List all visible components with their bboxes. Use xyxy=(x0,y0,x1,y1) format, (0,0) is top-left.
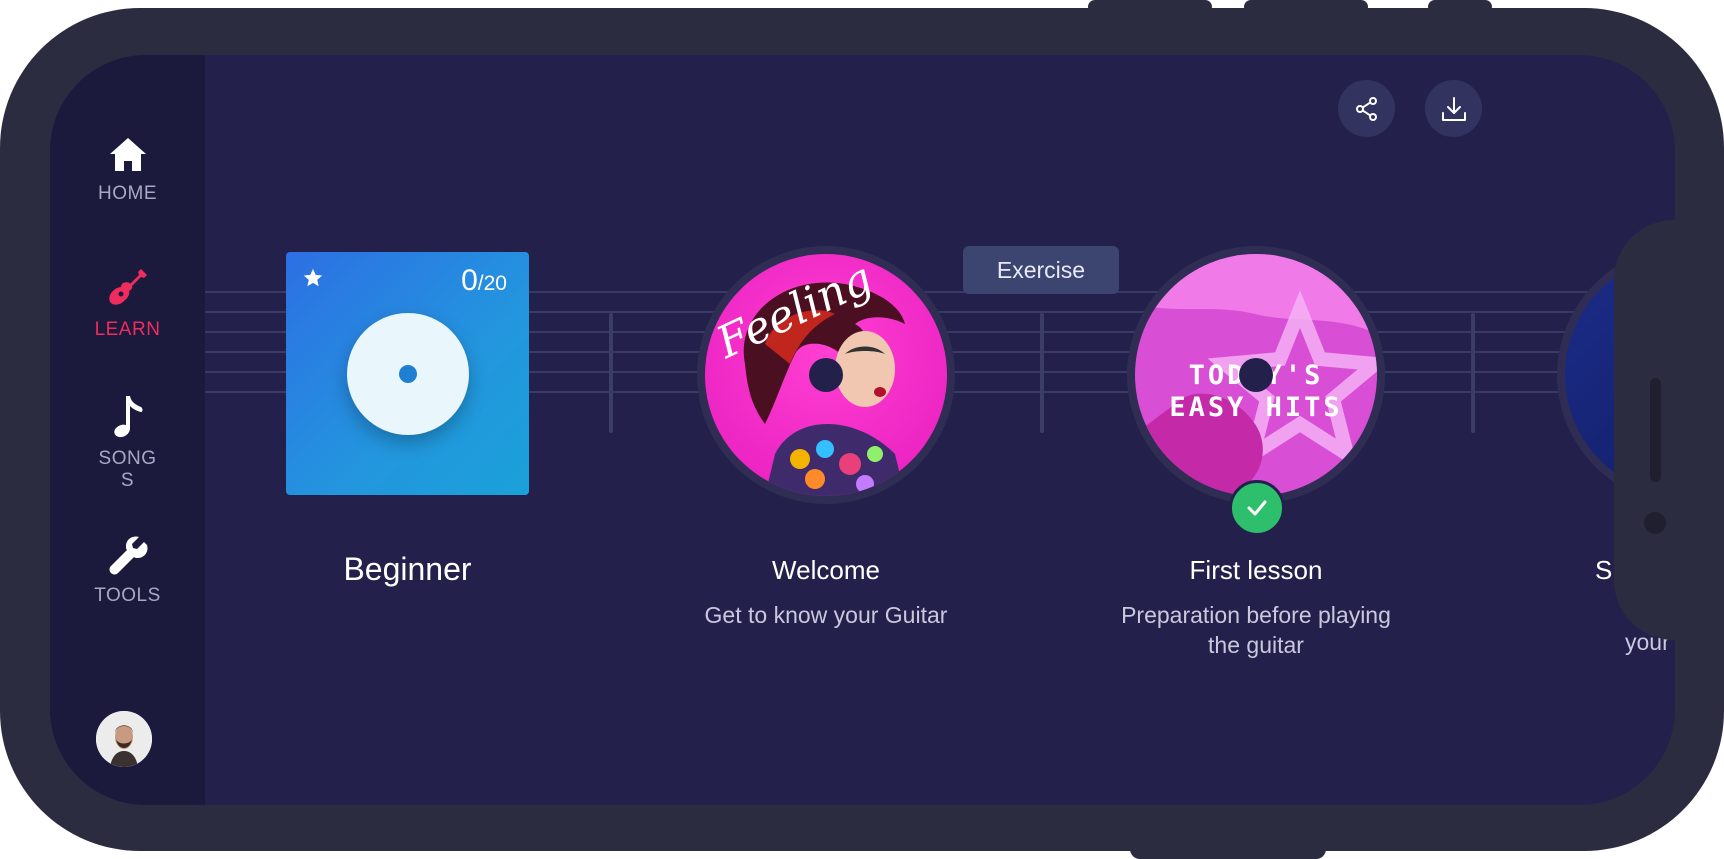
phone-bottom-button xyxy=(1130,835,1326,859)
sidebar-item-learn[interactable]: LEARN xyxy=(50,265,205,341)
wrench-icon xyxy=(109,536,148,575)
phone-notch xyxy=(1614,220,1724,640)
exercise-tooltip: Exercise xyxy=(963,246,1119,294)
phone-speaker xyxy=(1650,378,1661,482)
progress-total: /20 xyxy=(477,272,507,295)
completed-check-badge xyxy=(1229,480,1285,536)
lesson-title: S xyxy=(1595,555,1613,585)
star-icon xyxy=(303,268,323,287)
level-title: Beginner xyxy=(343,551,472,587)
sidebar-item-home[interactable]: HOME xyxy=(50,135,205,205)
disc-icon xyxy=(347,313,469,435)
music-note-icon xyxy=(113,396,142,438)
lesson-subtitle: Preparation before playing the guitar xyxy=(1121,602,1391,658)
phone-side-button xyxy=(1244,0,1368,14)
home-icon xyxy=(109,138,146,171)
share-button[interactable] xyxy=(1338,80,1395,137)
disc-hole xyxy=(809,358,843,392)
sidebar-item-songs[interactable]: SONGS xyxy=(50,392,205,492)
sidebar-item-tools[interactable]: TOOLS xyxy=(50,533,205,607)
avatar-image xyxy=(96,711,152,767)
sidebar-item-label: TOOLS xyxy=(94,585,161,606)
progress-current: 0 xyxy=(461,264,478,297)
share-icon xyxy=(1355,96,1377,121)
bar-line xyxy=(609,313,613,433)
guitar-icon xyxy=(108,269,147,305)
sidebar: HOME LEARN SONGS TOOLS xyxy=(50,55,205,805)
bar-line xyxy=(1471,313,1475,433)
download-icon xyxy=(1441,96,1466,121)
avatar[interactable] xyxy=(96,711,152,767)
lesson-title: First lesson xyxy=(1189,555,1323,585)
level-progress: 0/20 xyxy=(461,264,507,298)
disc-hole xyxy=(1239,358,1273,392)
level-card[interactable]: 0/20 xyxy=(286,252,529,495)
sidebar-item-label: HOME xyxy=(98,183,157,204)
phone-side-button xyxy=(1428,0,1492,14)
svg-text:EASY HITS: EASY HITS xyxy=(1169,392,1342,423)
sidebar-item-label: SONGS xyxy=(98,448,157,491)
lesson-title: Welcome xyxy=(772,555,880,585)
lesson-subtitle: Get to know your Guitar xyxy=(704,602,948,628)
phone-side-button xyxy=(1088,0,1212,14)
download-button[interactable] xyxy=(1425,80,1482,137)
check-icon xyxy=(1247,500,1267,516)
bar-line xyxy=(1040,313,1044,433)
app-screen: HOME LEARN SONGS TOOLS 0/20 Beginner Fee… xyxy=(50,55,1675,805)
sidebar-item-label: LEARN xyxy=(94,319,161,340)
phone-camera xyxy=(1644,512,1666,534)
